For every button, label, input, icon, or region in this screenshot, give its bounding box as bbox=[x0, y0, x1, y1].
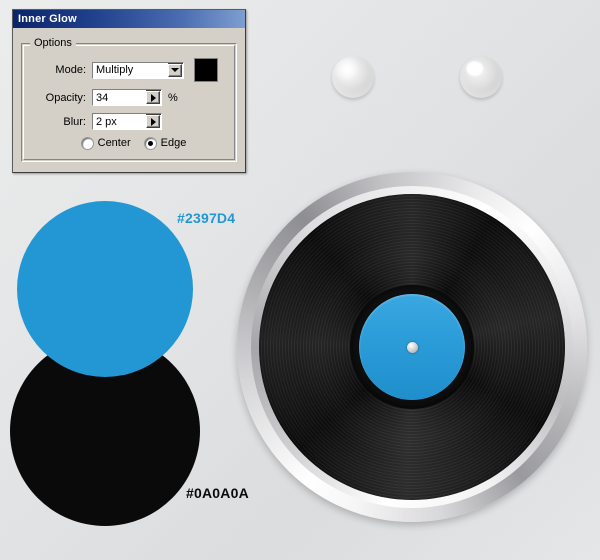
inner-glow-dialog: Inner Glow Options Mode: Multiply Opacit… bbox=[12, 9, 246, 173]
opacity-label: Opacity: bbox=[45, 91, 86, 104]
opacity-input[interactable]: 34 bbox=[92, 89, 162, 106]
blur-row: Blur: 2 px bbox=[30, 113, 228, 130]
hex-label-blue: #2397D4 bbox=[177, 210, 236, 226]
blur-input[interactable]: 2 px bbox=[92, 113, 162, 130]
mode-row: Mode: Multiply bbox=[30, 58, 228, 82]
radio-center-label: Center bbox=[97, 137, 131, 149]
radio-edge-label: Edge bbox=[160, 137, 187, 149]
hex-label-black: #0A0A0A bbox=[186, 485, 249, 501]
radio-edge-dot bbox=[144, 137, 156, 149]
opacity-row: Opacity: 34 % bbox=[30, 89, 228, 106]
radio-center[interactable]: Center bbox=[81, 137, 131, 149]
chevron-down-icon[interactable] bbox=[167, 63, 182, 77]
opacity-unit: % bbox=[168, 91, 178, 104]
dialog-titlebar[interactable]: Inner Glow bbox=[13, 10, 245, 28]
options-groupbox: Options Mode: Multiply Opacity: 34 % Blu… bbox=[21, 37, 237, 162]
dialog-title: Inner Glow bbox=[18, 13, 77, 25]
mode-label: Mode: bbox=[55, 64, 86, 76]
source-radio-group: Center Edge bbox=[30, 137, 228, 149]
dialog-body: Options Mode: Multiply Opacity: 34 % Blu… bbox=[13, 28, 245, 172]
sphere-soft-highlight bbox=[332, 56, 374, 98]
canvas: #2397D4 #0A0A0A Inner Glow Options Mode:… bbox=[0, 0, 600, 560]
mode-dropdown[interactable]: Multiply bbox=[92, 61, 184, 79]
blur-label: Blur: bbox=[63, 115, 86, 128]
chevron-right-icon[interactable] bbox=[146, 91, 160, 104]
sphere-sharp-highlight bbox=[460, 56, 502, 98]
chevron-right-glyph bbox=[150, 93, 156, 102]
radio-center-dot bbox=[81, 137, 93, 149]
blur-value: 2 px bbox=[93, 114, 147, 129]
vinyl-record bbox=[237, 172, 587, 522]
radio-edge[interactable]: Edge bbox=[144, 137, 187, 149]
chevron-right-icon[interactable] bbox=[146, 115, 160, 128]
glow-color-swatch[interactable] bbox=[194, 58, 218, 82]
chevron-down-glyph bbox=[170, 68, 179, 72]
vinyl-spindle-hole bbox=[407, 342, 418, 353]
options-group-label: Options bbox=[30, 37, 76, 49]
opacity-value: 34 bbox=[93, 90, 147, 105]
swatch-circle-blue bbox=[17, 201, 193, 377]
chevron-right-glyph bbox=[150, 117, 156, 126]
mode-value: Multiply bbox=[93, 62, 168, 78]
